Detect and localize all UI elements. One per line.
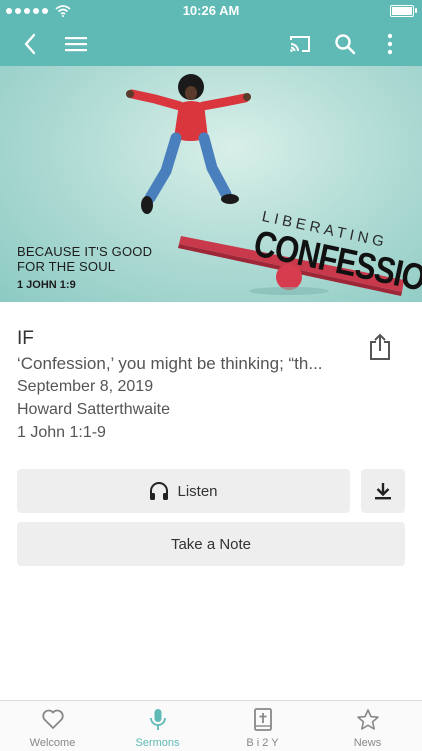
artwork-reference: 1 JOHN 1:9 [17,279,76,291]
chevron-left-icon [24,33,36,55]
tab-label: Sermons [135,737,180,749]
tab-label: Welcome [29,737,76,749]
star-icon [356,709,379,730]
share-icon [370,333,390,360]
tab-welcome[interactable]: Welcome [0,701,105,751]
search-button[interactable] [325,22,365,66]
battery-icon [390,5,417,17]
headphones-icon [150,482,169,500]
listen-label: Listen [177,482,218,500]
sermon-speaker: Howard Satterthwaite [17,401,170,418]
tab-bar: Welcome Sermons B i 2 Y News [0,700,422,751]
listen-button[interactable]: Listen [17,469,350,513]
take-note-button[interactable]: Take a Note [17,522,405,566]
status-time: 10:26 AM [182,3,240,18]
artwork-tagline-line1: BECAUSE IT'S GOOD [17,244,153,259]
tab-label: News [353,737,382,749]
tab-news[interactable]: News [315,701,420,751]
bible-icon [253,708,272,731]
download-icon [375,483,391,500]
cast-icon [290,36,310,52]
take-note-label: Take a Note [170,535,252,553]
tab-sermons[interactable]: Sermons [105,701,210,751]
more-vertical-icon [387,33,393,55]
menu-button[interactable] [56,22,96,66]
microphone-icon [149,709,166,730]
sermon-artwork: BECAUSE IT'S GOOD FOR THE SOUL 1 JOHN 1:… [0,66,422,302]
nav-bar [0,22,422,66]
download-button[interactable] [361,469,405,513]
tab-bi2y[interactable]: B i 2 Y [210,701,315,751]
status-bar: 10:26 AM [0,0,422,22]
back-button[interactable] [10,22,50,66]
sermon-details: IF ‘Confession,’ you might be thinking; … [17,328,357,447]
tab-label: B i 2 Y [246,737,279,749]
sermon-excerpt: ‘Confession,’ you might be thinking; “th… [17,354,323,373]
hamburger-icon [65,37,87,52]
share-button[interactable] [368,332,392,362]
artwork-tagline-line2: FOR THE SOUL [17,259,116,274]
sermon-date: September 8, 2019 [17,378,154,395]
cast-button[interactable] [280,22,320,66]
sermon-passage: 1 John 1:1-9 [17,424,106,441]
search-icon [335,34,356,55]
more-options-button[interactable] [370,22,410,66]
sermon-title: IF [17,328,34,349]
heart-icon [41,709,64,729]
